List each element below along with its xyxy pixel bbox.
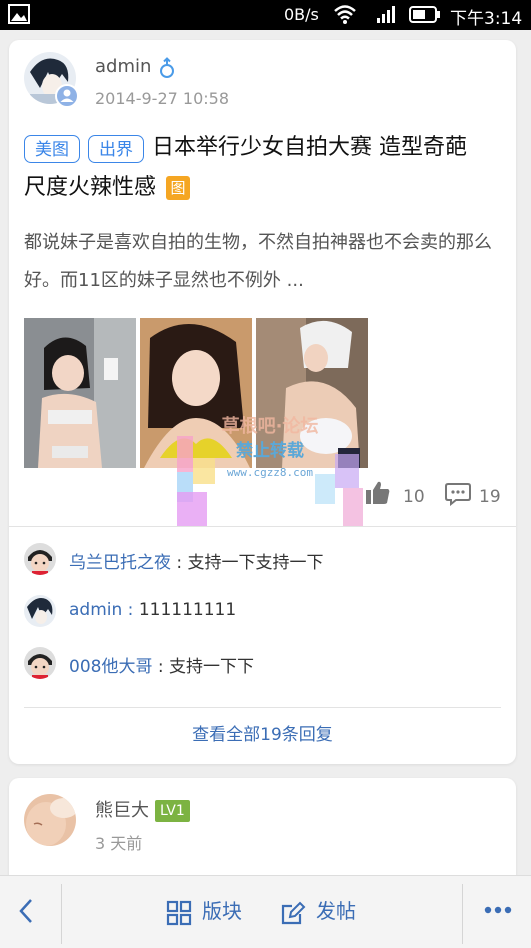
toolbar-separator: [462, 884, 463, 944]
divider: [24, 707, 501, 708]
reply-text: 支持一下支持一下: [187, 553, 324, 573]
tag-chujie[interactable]: 出界: [88, 135, 144, 163]
bottom-toolbar: 版块 发帖: [0, 875, 531, 948]
post-card[interactable]: admin 2014-9-27 10:58 美图 出界 日本举行少女自拍大赛 造…: [9, 40, 516, 764]
user-badge-icon: [55, 84, 79, 108]
reply-item[interactable]: 008他大哥 : 支持一下下: [24, 647, 494, 681]
network-speed: 0B/s: [284, 5, 319, 24]
boards-label: 版块: [202, 899, 242, 923]
reply-separator: :: [171, 553, 188, 573]
reply-separator: :: [152, 657, 169, 677]
more-icon[interactable]: [484, 904, 512, 916]
post-title-line2[interactable]: 尺度火辣性感图: [24, 170, 191, 206]
reply-author[interactable]: admin: [69, 600, 122, 620]
author-name[interactable]: admin: [95, 56, 151, 77]
post-excerpt: 都说妹子是喜欢自拍的生物，不然自拍神器也不会卖的那么好。而11区的妹子显然也不例…: [24, 232, 492, 291]
like-count: 10: [403, 487, 425, 507]
status-bar: 0B/s 下午3:14: [0, 0, 531, 30]
view-all-replies-link[interactable]: 查看全部19条回复: [9, 720, 516, 745]
comment-icon[interactable]: [445, 482, 471, 506]
reply-item[interactable]: admin : 111111111: [24, 595, 494, 629]
post-image-2[interactable]: [140, 318, 252, 468]
author-line: 熊巨大 LV1: [95, 796, 190, 822]
reply-text: 111111111: [138, 600, 237, 620]
post-image-1[interactable]: [24, 318, 136, 468]
post-timestamp: 2014-9-27 10:58: [95, 89, 229, 108]
level-badge: LV1: [155, 800, 190, 822]
post-title-text: 尺度火辣性感: [24, 175, 157, 200]
post-title-line1[interactable]: 日本举行少女自拍大赛 造型奇葩: [152, 130, 502, 166]
author-name[interactable]: 熊巨大: [95, 800, 149, 821]
reply-separator: :: [122, 600, 139, 620]
reply-author[interactable]: 008他大哥: [69, 657, 152, 677]
tag-meitu[interactable]: 美图: [24, 135, 80, 163]
divider: [9, 526, 516, 527]
battery-icon: [409, 6, 440, 23]
post-image-3[interactable]: [256, 318, 368, 468]
reply-avatar[interactable]: [24, 595, 56, 627]
boards-button[interactable]: 版块: [166, 896, 242, 926]
comment-count: 19: [479, 487, 501, 507]
toolbar-separator: [61, 884, 62, 944]
male-icon: [160, 57, 174, 78]
reply-author[interactable]: 乌兰巴托之夜: [69, 553, 171, 573]
post-label: 发帖: [316, 899, 356, 923]
reply-avatar[interactable]: [24, 647, 56, 679]
grid-icon: [166, 900, 192, 925]
back-icon[interactable]: [14, 896, 38, 926]
wifi-icon: [334, 5, 356, 24]
post-timestamp: 3 天前: [95, 834, 143, 853]
clock: 下午3:14: [450, 9, 523, 29]
edit-icon: [281, 901, 306, 924]
reply-avatar[interactable]: [24, 543, 56, 575]
reply-text: 支持一下下: [169, 657, 254, 677]
author-avatar[interactable]: [24, 794, 76, 846]
new-post-button[interactable]: 发帖: [280, 896, 356, 926]
picture-badge: 图: [166, 176, 191, 200]
reply-item[interactable]: 乌兰巴托之夜 : 支持一下支持一下: [24, 543, 494, 577]
like-icon[interactable]: [365, 480, 391, 506]
signal-icon: [377, 6, 395, 23]
picture-icon: [8, 4, 30, 24]
